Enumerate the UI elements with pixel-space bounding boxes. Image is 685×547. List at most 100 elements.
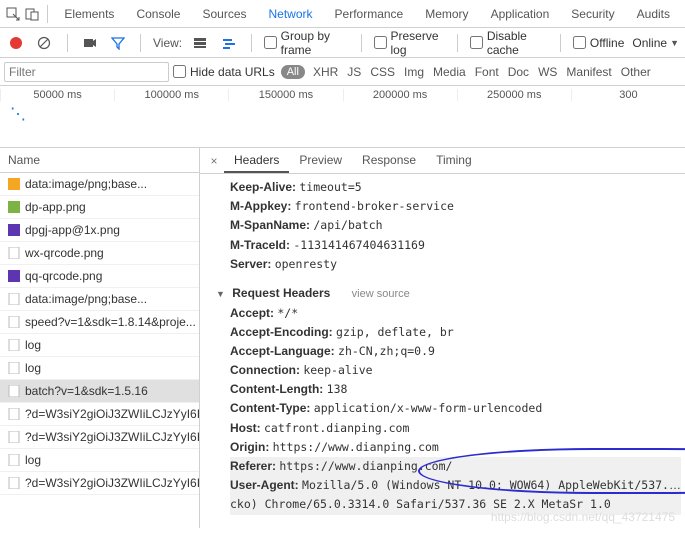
details-tab-response[interactable]: Response [352, 149, 426, 173]
disable-cache-checkbox[interactable]: Disable cache [470, 29, 548, 57]
overview-icon[interactable] [218, 31, 238, 55]
request-name: log [25, 361, 41, 375]
filter-img[interactable]: Img [404, 65, 424, 79]
request-row[interactable]: data:image/png;base... [0, 288, 199, 311]
filter-doc[interactable]: Doc [508, 65, 529, 79]
file-icon [8, 293, 20, 305]
request-name: wx-qrcode.png [25, 246, 104, 260]
tab-console[interactable]: Console [125, 1, 191, 27]
large-rows-icon[interactable] [190, 31, 210, 55]
header-row: M-Appkey: frontend-broker-service [230, 197, 681, 216]
hide-data-urls-checkbox[interactable]: Hide data URLs [173, 65, 275, 79]
filter-font[interactable]: Font [475, 65, 499, 79]
clear-icon[interactable] [34, 31, 54, 55]
filter-media[interactable]: Media [433, 65, 466, 79]
request-name: log [25, 453, 41, 467]
request-headers-section[interactable]: Request Headers view source [216, 284, 681, 304]
request-name: ?d=W3siY2giOiJ3ZWIiLCJzYyI6I... [25, 430, 199, 444]
request-row[interactable]: ?d=W3siY2giOiJ3ZWIiLCJzYyI6I... [0, 403, 199, 426]
device-icon[interactable] [23, 2, 40, 26]
query-string-section[interactable]: Query String Parameters view source view… [216, 525, 681, 528]
filter-css[interactable]: CSS [370, 65, 395, 79]
filter-all[interactable]: All [281, 65, 305, 79]
request-row[interactable]: log [0, 357, 199, 380]
filter-manifest[interactable]: Manifest [566, 65, 611, 79]
loading-spinner-icon: ⋱ [10, 104, 26, 124]
request-name: speed?v=1&sdk=1.8.14&proje... [25, 315, 196, 329]
file-icon [8, 362, 20, 374]
divider [361, 34, 362, 52]
file-icon [8, 224, 20, 236]
request-row[interactable]: dp-app.png [0, 196, 199, 219]
offline-checkbox[interactable]: Offline [573, 36, 624, 50]
tab-security[interactable]: Security [560, 1, 625, 27]
request-row[interactable]: wx-qrcode.png [0, 242, 199, 265]
request-row[interactable]: qq-qrcode.png [0, 265, 199, 288]
details-tabs: × HeadersPreviewResponseTiming [200, 148, 685, 174]
header-row: Content-Type: application/x-www-form-url… [230, 399, 681, 418]
timeline-tick: 200000 ms [343, 89, 457, 101]
chevron-down-icon: ▼ [670, 38, 679, 48]
request-row[interactable]: dpgj-app@1x.png [0, 219, 199, 242]
filter-ws[interactable]: WS [538, 65, 557, 79]
view-source-link[interactable]: view source [352, 288, 410, 300]
request-row[interactable]: speed?v=1&sdk=1.8.14&proje... [0, 311, 199, 334]
tab-sources[interactable]: Sources [191, 1, 257, 27]
file-icon [8, 339, 20, 351]
header-row: User-Agent: Mozilla/5.0 (Windows NT 10.0… [230, 476, 681, 495]
header-row: Keep-Alive: timeout=5 [230, 178, 681, 197]
details-tab-timing[interactable]: Timing [426, 149, 482, 173]
request-row[interactable]: batch?v=1&sdk=1.5.16 [0, 380, 199, 403]
request-row[interactable]: data:image/png;base... [0, 173, 199, 196]
camera-icon[interactable] [80, 31, 100, 55]
tab-audits[interactable]: Audits [626, 1, 681, 27]
network-toolbar: View: Group by frame Preserve log Disabl… [0, 28, 685, 58]
timeline-tick: 100000 ms [114, 89, 228, 101]
filter-js[interactable]: JS [347, 65, 361, 79]
view-label: View: [153, 36, 182, 50]
tab-network[interactable]: Network [258, 1, 324, 27]
filter-other[interactable]: Other [621, 65, 651, 79]
timeline-tick: 250000 ms [457, 89, 571, 101]
filter-xhr[interactable]: XHR [313, 65, 338, 79]
file-icon [8, 385, 20, 397]
name-column-header[interactable]: Name [0, 148, 199, 173]
header-row: M-TraceId: -113141467404631169 [230, 236, 681, 255]
request-name: log [25, 338, 41, 352]
divider [140, 34, 141, 52]
group-by-frame-checkbox[interactable]: Group by frame [264, 29, 349, 57]
type-filters: XHR JS CSS Img Media Font Doc WS Manifest Other [305, 65, 651, 79]
request-name: batch?v=1&sdk=1.5.16 [25, 384, 148, 398]
close-icon[interactable]: × [204, 154, 224, 168]
tab-application[interactable]: Application [480, 1, 561, 27]
panel-tabs: ElementsConsoleSourcesNetworkPerformance… [53, 1, 681, 27]
timeline-overview[interactable]: 50000 ms100000 ms150000 ms200000 ms25000… [0, 86, 685, 148]
filter-input[interactable] [4, 62, 169, 82]
main-toolbar: ElementsConsoleSourcesNetworkPerformance… [0, 0, 685, 28]
details-tab-preview[interactable]: Preview [289, 149, 352, 173]
request-row[interactable]: ?d=W3siY2giOiJ3ZWIiLCJzYyI6I... [0, 472, 199, 495]
request-name: data:image/png;base... [25, 292, 147, 306]
tab-memory[interactable]: Memory [414, 1, 479, 27]
request-name: ?d=W3siY2giOiJ3ZWIiLCJzYyI6I... [25, 407, 199, 421]
request-row[interactable]: log [0, 449, 199, 472]
timeline-tick: 50000 ms [0, 89, 114, 101]
file-icon [8, 201, 20, 213]
details-tab-headers[interactable]: Headers [224, 149, 289, 173]
filter-icon[interactable] [108, 31, 128, 55]
tab-performance[interactable]: Performance [324, 1, 415, 27]
request-row[interactable]: log [0, 334, 199, 357]
record-icon[interactable] [6, 31, 26, 55]
inspect-icon[interactable] [4, 2, 21, 26]
file-icon [8, 477, 20, 489]
file-icon [8, 454, 20, 466]
file-icon [8, 247, 20, 259]
tab-elements[interactable]: Elements [53, 1, 125, 27]
request-name: dpgj-app@1x.png [25, 223, 120, 237]
timeline-tick: 150000 ms [228, 89, 342, 101]
file-icon [8, 316, 20, 328]
request-row[interactable]: ?d=W3siY2giOiJ3ZWIiLCJzYyI6I... [0, 426, 199, 449]
preserve-log-checkbox[interactable]: Preserve log [374, 29, 445, 57]
throttling-select[interactable]: Online▼ [632, 36, 679, 50]
details-pane: × HeadersPreviewResponseTiming Keep-Aliv… [200, 148, 685, 528]
